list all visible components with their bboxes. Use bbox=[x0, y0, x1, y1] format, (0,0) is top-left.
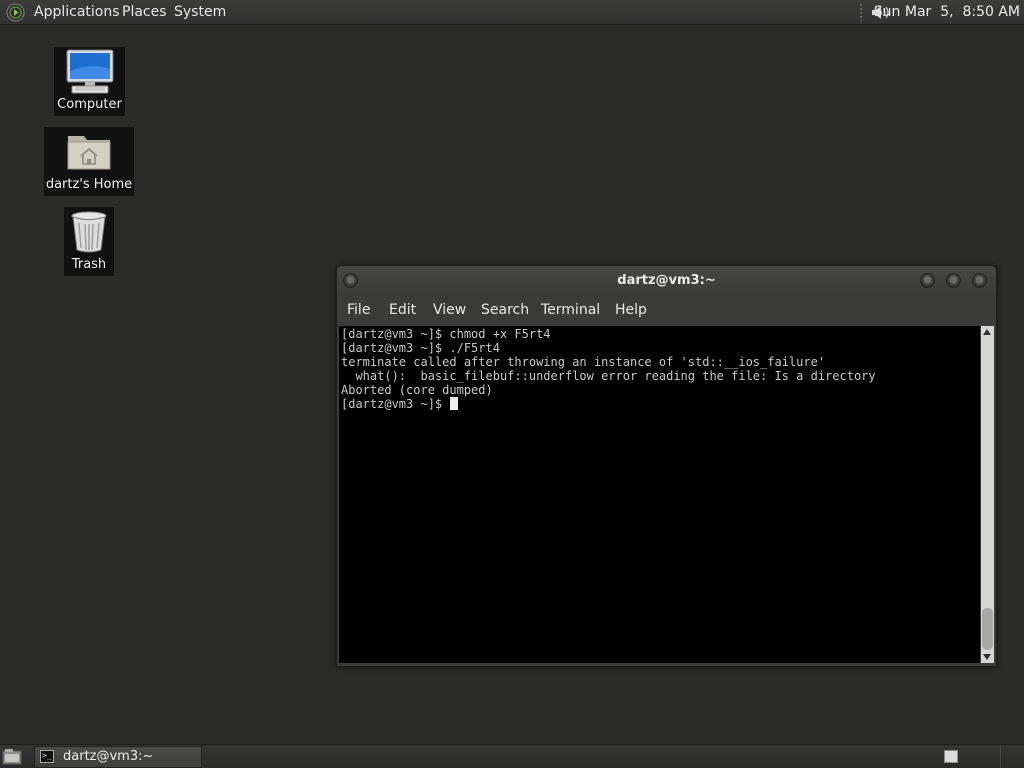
taskbar-item-terminal[interactable]: >_ dartz@vm3:~ bbox=[34, 746, 202, 768]
maximize-icon[interactable] bbox=[946, 273, 961, 288]
terminal-icon: >_ bbox=[40, 750, 54, 763]
close-icon[interactable] bbox=[972, 273, 987, 288]
terminal-prompt: [dartz@vm3 ~]$ bbox=[341, 397, 450, 411]
desktop-icon-label: dartz's Home bbox=[45, 177, 133, 192]
scroll-up-icon[interactable] bbox=[983, 329, 991, 335]
window-titlebar[interactable]: dartz@vm3:~ bbox=[337, 266, 996, 296]
panel-corner bbox=[1000, 745, 1024, 768]
bottom-panel: >_ dartz@vm3:~ bbox=[0, 744, 1024, 768]
panel-separator bbox=[860, 4, 862, 21]
menu-edit[interactable]: Edit bbox=[389, 296, 416, 325]
terminal-prompt-line: [dartz@vm3 ~]$ bbox=[341, 397, 459, 411]
terminal-line: terminate called after throwing an insta… bbox=[341, 355, 826, 369]
desktop-icon-computer[interactable]: Computer bbox=[54, 47, 125, 116]
home-folder-icon bbox=[67, 136, 111, 170]
terminal-line: Aborted (core dumped) bbox=[341, 383, 493, 397]
terminal-scrollbar[interactable] bbox=[981, 326, 994, 663]
window-title: dartz@vm3:~ bbox=[617, 273, 716, 288]
menu-view[interactable]: View bbox=[433, 296, 466, 325]
places-menu[interactable]: Places bbox=[122, 0, 167, 25]
minimize-icon[interactable] bbox=[920, 273, 935, 288]
taskbar-item-label: dartz@vm3:~ bbox=[63, 749, 154, 764]
desktop-icon-label: Trash bbox=[71, 257, 107, 272]
terminal-line: [dartz@vm3 ~]$ chmod +x F5rt4 bbox=[341, 327, 551, 341]
computer-icon bbox=[66, 49, 114, 94]
desktop-icon-label: Computer bbox=[57, 97, 122, 112]
system-menu[interactable]: System bbox=[174, 0, 226, 25]
clock[interactable]: Sun Mar 5, 8:50 AM bbox=[874, 0, 1020, 25]
menubar: File Edit View Search Terminal Help bbox=[337, 296, 996, 325]
terminal-line: [dartz@vm3 ~]$ ./F5rt4 bbox=[341, 341, 500, 355]
desktop-icon-home[interactable]: dartz's Home bbox=[44, 127, 134, 196]
menu-help[interactable]: Help bbox=[615, 296, 647, 325]
workspace-switcher-icon[interactable] bbox=[944, 750, 958, 763]
terminal-window: dartz@vm3:~ File Edit View Search Termin… bbox=[336, 265, 997, 667]
menu-search[interactable]: Search bbox=[481, 296, 529, 325]
terminal-output[interactable]: [dartz@vm3 ~]$ chmod +x F5rt4 [dartz@vm3… bbox=[339, 326, 980, 663]
show-desktop-icon[interactable] bbox=[2, 748, 22, 765]
gnome-foot-icon[interactable] bbox=[6, 3, 25, 22]
scrollbar-thumb[interactable] bbox=[982, 608, 993, 650]
menu-file[interactable]: File bbox=[347, 296, 370, 325]
menu-terminal[interactable]: Terminal bbox=[541, 296, 600, 325]
terminal-line: what(): basic_filebuf::underflow error r… bbox=[341, 369, 876, 383]
text-cursor bbox=[450, 397, 459, 410]
desktop-icon-trash[interactable]: Trash bbox=[64, 207, 114, 276]
top-panel: Applications Places System Sun Mar 5, 8:… bbox=[0, 0, 1024, 25]
trash-icon bbox=[71, 211, 107, 253]
scroll-down-icon[interactable] bbox=[983, 654, 991, 660]
applications-menu[interactable]: Applications bbox=[34, 0, 120, 25]
